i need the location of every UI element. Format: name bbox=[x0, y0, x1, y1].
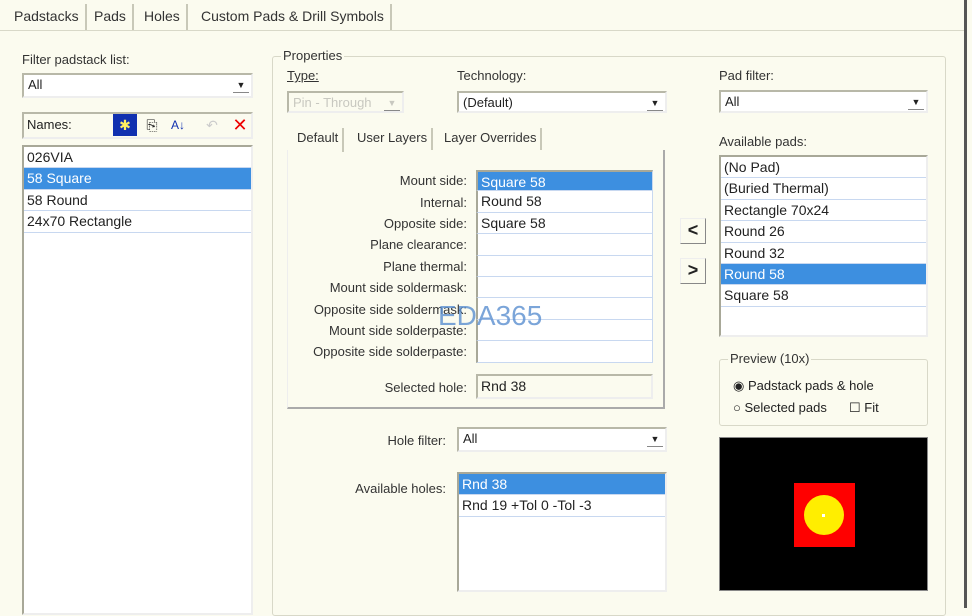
layer-field-mount-side[interactable]: Square 58 bbox=[476, 170, 653, 192]
layer-field-plane-thermal[interactable] bbox=[476, 255, 653, 277]
filter-select[interactable]: All ▼ bbox=[22, 73, 253, 98]
tab-user-layers[interactable]: User Layers bbox=[353, 128, 434, 150]
pad-filter-value: All bbox=[725, 94, 740, 109]
remove-pad-button[interactable]: > bbox=[680, 258, 706, 284]
selected-hole-label: Selected hole: bbox=[384, 380, 467, 395]
copy-icon[interactable]: ⎘ bbox=[140, 114, 164, 136]
tab-pads[interactable]: Pads bbox=[88, 4, 134, 30]
list-item[interactable]: Rectangle 70x24 bbox=[721, 200, 926, 222]
list-item[interactable]: 58 Round bbox=[24, 190, 251, 212]
chevron-down-icon: ▼ bbox=[384, 95, 400, 111]
preview-legend: Preview (10x) bbox=[728, 351, 812, 366]
layer-field-opposite-side[interactable]: Square 58 bbox=[476, 212, 653, 235]
checkbox-icon: ☐ bbox=[849, 400, 861, 415]
layer-field-mount-soldermask[interactable] bbox=[476, 277, 653, 299]
available-holes-label: Available holes: bbox=[355, 481, 446, 496]
filter-label: Filter padstack list: bbox=[22, 52, 130, 67]
layer-label: Internal: bbox=[420, 195, 467, 210]
layer-field-opposite-solderpaste[interactable] bbox=[476, 341, 653, 363]
layer-label: Opposite side: bbox=[383, 216, 467, 231]
tab-divider bbox=[0, 30, 965, 31]
fit-checkbox[interactable]: ☐ Fit bbox=[849, 400, 879, 416]
tab-default[interactable]: Default bbox=[293, 128, 345, 152]
radio-padstack-pads-hole[interactable]: ◉ Padstack pads & hole bbox=[733, 378, 874, 394]
layer-label: Plane thermal: bbox=[383, 259, 467, 274]
list-item[interactable]: (No Pad) bbox=[721, 157, 926, 179]
layer-label: Opposite side solderpaste: bbox=[313, 344, 467, 359]
pad-filter-label: Pad filter: bbox=[719, 68, 774, 83]
chevron-down-icon: ▼ bbox=[647, 95, 663, 111]
watermark: EDA365 bbox=[438, 300, 543, 331]
type-label: Type: bbox=[287, 68, 319, 83]
layer-field-plane-clearance[interactable] bbox=[476, 234, 653, 256]
tab-layer-overrides[interactable]: Layer Overrides bbox=[440, 128, 543, 150]
holes-list[interactable]: Rnd 38 Rnd 19 +Tol 0 -Tol -3 bbox=[457, 472, 667, 592]
layer-label: Mount side soldermask: bbox=[329, 280, 467, 295]
hole-filter-select[interactable]: All ▼ bbox=[457, 427, 667, 452]
chevron-down-icon: ▼ bbox=[233, 77, 249, 93]
hole-filter-value: All bbox=[463, 431, 478, 446]
list-item[interactable]: Round 26 bbox=[721, 221, 926, 243]
list-item[interactable]: 026VIA bbox=[24, 147, 251, 169]
chevron-down-icon: ▼ bbox=[908, 94, 924, 110]
technology-value: (Default) bbox=[463, 95, 513, 110]
list-item[interactable]: 24x70 Rectangle bbox=[24, 211, 251, 233]
names-label: Names: bbox=[27, 117, 72, 132]
fit-label: Fit bbox=[864, 400, 879, 415]
delete-icon[interactable]: ✕ bbox=[228, 114, 252, 136]
assign-pad-button[interactable]: < bbox=[680, 218, 706, 244]
layer-label: Mount side: bbox=[399, 173, 467, 188]
technology-label: Technology: bbox=[457, 68, 527, 83]
layer-label: Plane clearance: bbox=[370, 237, 467, 252]
window-edge bbox=[964, 0, 967, 608]
radio-label: Selected pads bbox=[744, 400, 827, 415]
pads-list[interactable]: (No Pad) (Buried Thermal) Rectangle 70x2… bbox=[719, 155, 928, 337]
type-select[interactable]: Pin - Through ▼ bbox=[287, 91, 404, 113]
list-item[interactable]: Round 32 bbox=[721, 243, 926, 264]
undo-icon[interactable]: ↶ bbox=[200, 114, 224, 136]
radio-checked-icon: ◉ bbox=[733, 378, 745, 393]
available-pads-label: Available pads: bbox=[719, 134, 807, 149]
hole-filter-label: Hole filter: bbox=[387, 433, 446, 448]
chevron-down-icon: ▼ bbox=[647, 431, 663, 447]
radio-label: Padstack pads & hole bbox=[747, 378, 874, 393]
list-item[interactable]: (Buried Thermal) bbox=[721, 178, 926, 200]
properties-legend: Properties bbox=[281, 48, 345, 63]
selected-hole-field: Rnd 38 bbox=[476, 374, 653, 399]
list-item[interactable]: Round 58 bbox=[721, 263, 926, 286]
new-padstack-icon[interactable]: ✱ bbox=[113, 114, 137, 136]
tab-custom-pads[interactable]: Custom Pads & Drill Symbols bbox=[195, 4, 392, 30]
center-dot bbox=[822, 514, 825, 517]
layer-field-internal[interactable]: Round 58 bbox=[476, 191, 653, 213]
sort-icon[interactable]: A↓ bbox=[166, 114, 190, 136]
list-item[interactable]: Square 58 bbox=[721, 285, 926, 307]
radio-unchecked-icon: ○ bbox=[733, 400, 741, 415]
list-item[interactable]: Rnd 38 bbox=[459, 474, 665, 496]
list-item[interactable]: Rnd 19 +Tol 0 -Tol -3 bbox=[459, 495, 665, 517]
technology-select[interactable]: (Default) ▼ bbox=[457, 91, 667, 113]
tab-holes[interactable]: Holes bbox=[138, 4, 188, 30]
list-item[interactable]: 58 Square bbox=[24, 168, 251, 190]
tab-padstacks[interactable]: Padstacks bbox=[8, 4, 87, 30]
padstack-list[interactable]: 026VIA 58 Square 58 Round 24x70 Rectangl… bbox=[22, 145, 253, 615]
preview-canvas bbox=[719, 437, 928, 591]
type-value: Pin - Through bbox=[293, 95, 372, 110]
radio-selected-pads[interactable]: ○ Selected pads bbox=[733, 400, 827, 415]
pad-filter-select[interactable]: All ▼ bbox=[719, 90, 928, 113]
filter-value: All bbox=[28, 77, 43, 92]
